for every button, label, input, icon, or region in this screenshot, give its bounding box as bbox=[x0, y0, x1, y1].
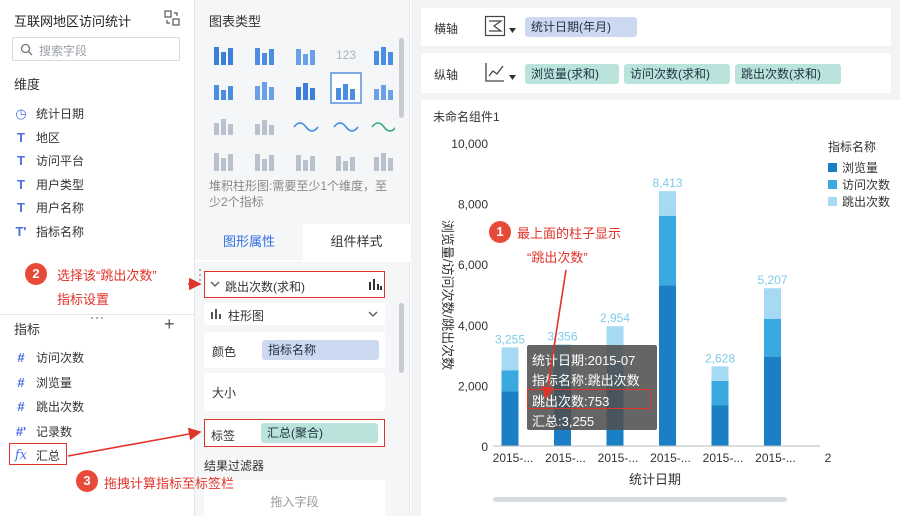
x-tick-label: 2015-... bbox=[703, 451, 744, 465]
bar-segment[interactable] bbox=[501, 347, 519, 371]
y-tick-label: 8,000 bbox=[458, 198, 488, 212]
annotation-2-badge: 2 bbox=[25, 263, 47, 285]
annotation-1-text-a: 最上面的柱子显示 bbox=[517, 226, 622, 241]
x-tick-label: 2015-... bbox=[493, 451, 534, 465]
bar-segment[interactable] bbox=[711, 405, 729, 446]
x-tick-label: 2015-... bbox=[545, 451, 586, 465]
y-tick-label: 6,000 bbox=[458, 258, 488, 272]
bar-segment[interactable] bbox=[659, 215, 676, 286]
annotation-2-text-a: 选择该“跳出次数” bbox=[57, 268, 157, 283]
bar-segment[interactable] bbox=[764, 356, 781, 446]
x-tick-label: 2015-... bbox=[598, 451, 639, 465]
annotation-3-text: 拖拽计算指标至标签栏 bbox=[104, 476, 235, 491]
x-tick-label: 2015-... bbox=[755, 451, 796, 465]
bar-segment[interactable] bbox=[711, 366, 729, 381]
annotation-2-text-b: 指标设置 bbox=[57, 292, 110, 307]
bar-total-label: 8,413 bbox=[652, 176, 682, 190]
annotation-3-badge: 3 bbox=[76, 470, 98, 492]
annotation-1-badge: 1 bbox=[489, 221, 511, 243]
y-axis-title: 浏览量/访问次数/跳出次数 bbox=[440, 220, 455, 370]
bar-segment[interactable] bbox=[501, 391, 519, 446]
tooltip-date: 统计日期:2015-07 bbox=[532, 353, 636, 368]
bar-segment[interactable] bbox=[659, 285, 676, 446]
y-tick-label: 2,000 bbox=[458, 379, 488, 393]
tooltip-metric-name: 指标名称:跳出次数 bbox=[532, 373, 640, 388]
bar-segment[interactable] bbox=[764, 288, 781, 319]
bar-segment[interactable] bbox=[501, 370, 519, 392]
annotation-1-text-b: “跳出次数” bbox=[527, 250, 588, 265]
bar-tooltip: 统计日期:2015-07 指标名称:跳出次数 跳出次数:753 汇总:3,255 bbox=[527, 345, 657, 430]
bar-total-label: 3,356 bbox=[547, 329, 577, 343]
y-tick-label: 0 bbox=[481, 440, 488, 454]
y-tick-label: 10,000 bbox=[451, 137, 488, 151]
x-tick-label: 2 bbox=[825, 451, 832, 465]
bar-total-label: 2,954 bbox=[600, 311, 630, 325]
bar-segment[interactable] bbox=[711, 380, 729, 406]
x-tick-label: 2015-... bbox=[650, 451, 691, 465]
bar-total-label: 2,628 bbox=[705, 351, 735, 365]
bar-total-label: 3,255 bbox=[495, 332, 525, 346]
tooltip-highlight-box bbox=[527, 389, 651, 409]
tooltip-total: 汇总:3,255 bbox=[532, 414, 595, 429]
y-tick-label: 4,000 bbox=[458, 319, 488, 333]
bar-segment[interactable] bbox=[764, 318, 781, 357]
chart-h-scrollbar[interactable] bbox=[493, 497, 787, 502]
stacked-bar-chart: 0 2,000 4,000 6,000 8,000 10,000 浏览量/访问次数/跳出次数… bbox=[440, 137, 832, 502]
bar-segment[interactable] bbox=[659, 191, 676, 216]
bar-total-label: 5,207 bbox=[757, 273, 787, 287]
x-axis-title: 统计日期 bbox=[629, 472, 681, 487]
